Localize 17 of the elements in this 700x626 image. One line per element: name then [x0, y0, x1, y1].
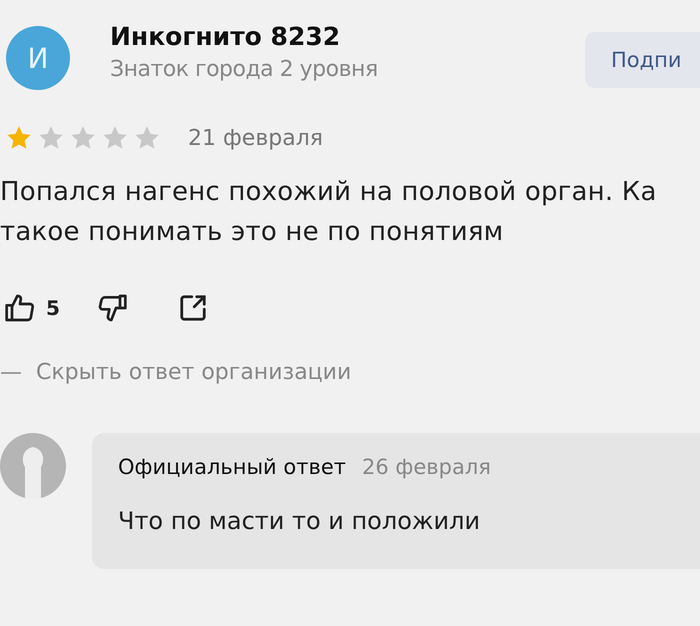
- author-level: Знаток города 2 уровня: [110, 57, 379, 82]
- avatar-silhouette-icon: [0, 433, 66, 499]
- review-date: 21 февраля: [188, 126, 324, 150]
- like-count: 5: [46, 296, 60, 320]
- review-text: Попался нагенс похожий на половой орган. Ка: [0, 176, 658, 209]
- review-text: такое понимать это не по понятиям: [0, 216, 504, 249]
- hide-reply-link[interactable]: Скрыть ответ организации: [36, 360, 352, 385]
- reply-text: Что по масти то и положили: [118, 507, 482, 535]
- thumbs-up-icon[interactable]: [4, 292, 36, 324]
- dash: —: [0, 360, 22, 385]
- reply-date: 26 февраля: [362, 455, 491, 479]
- reply-title: Официальный ответ: [118, 455, 346, 479]
- author-name: Инкогнито 8232: [110, 22, 342, 51]
- share-icon[interactable]: [178, 293, 208, 323]
- subscribe-button[interactable]: Подпи: [585, 32, 700, 88]
- thumbs-down-icon[interactable]: [96, 292, 128, 324]
- avatar: И: [6, 26, 70, 90]
